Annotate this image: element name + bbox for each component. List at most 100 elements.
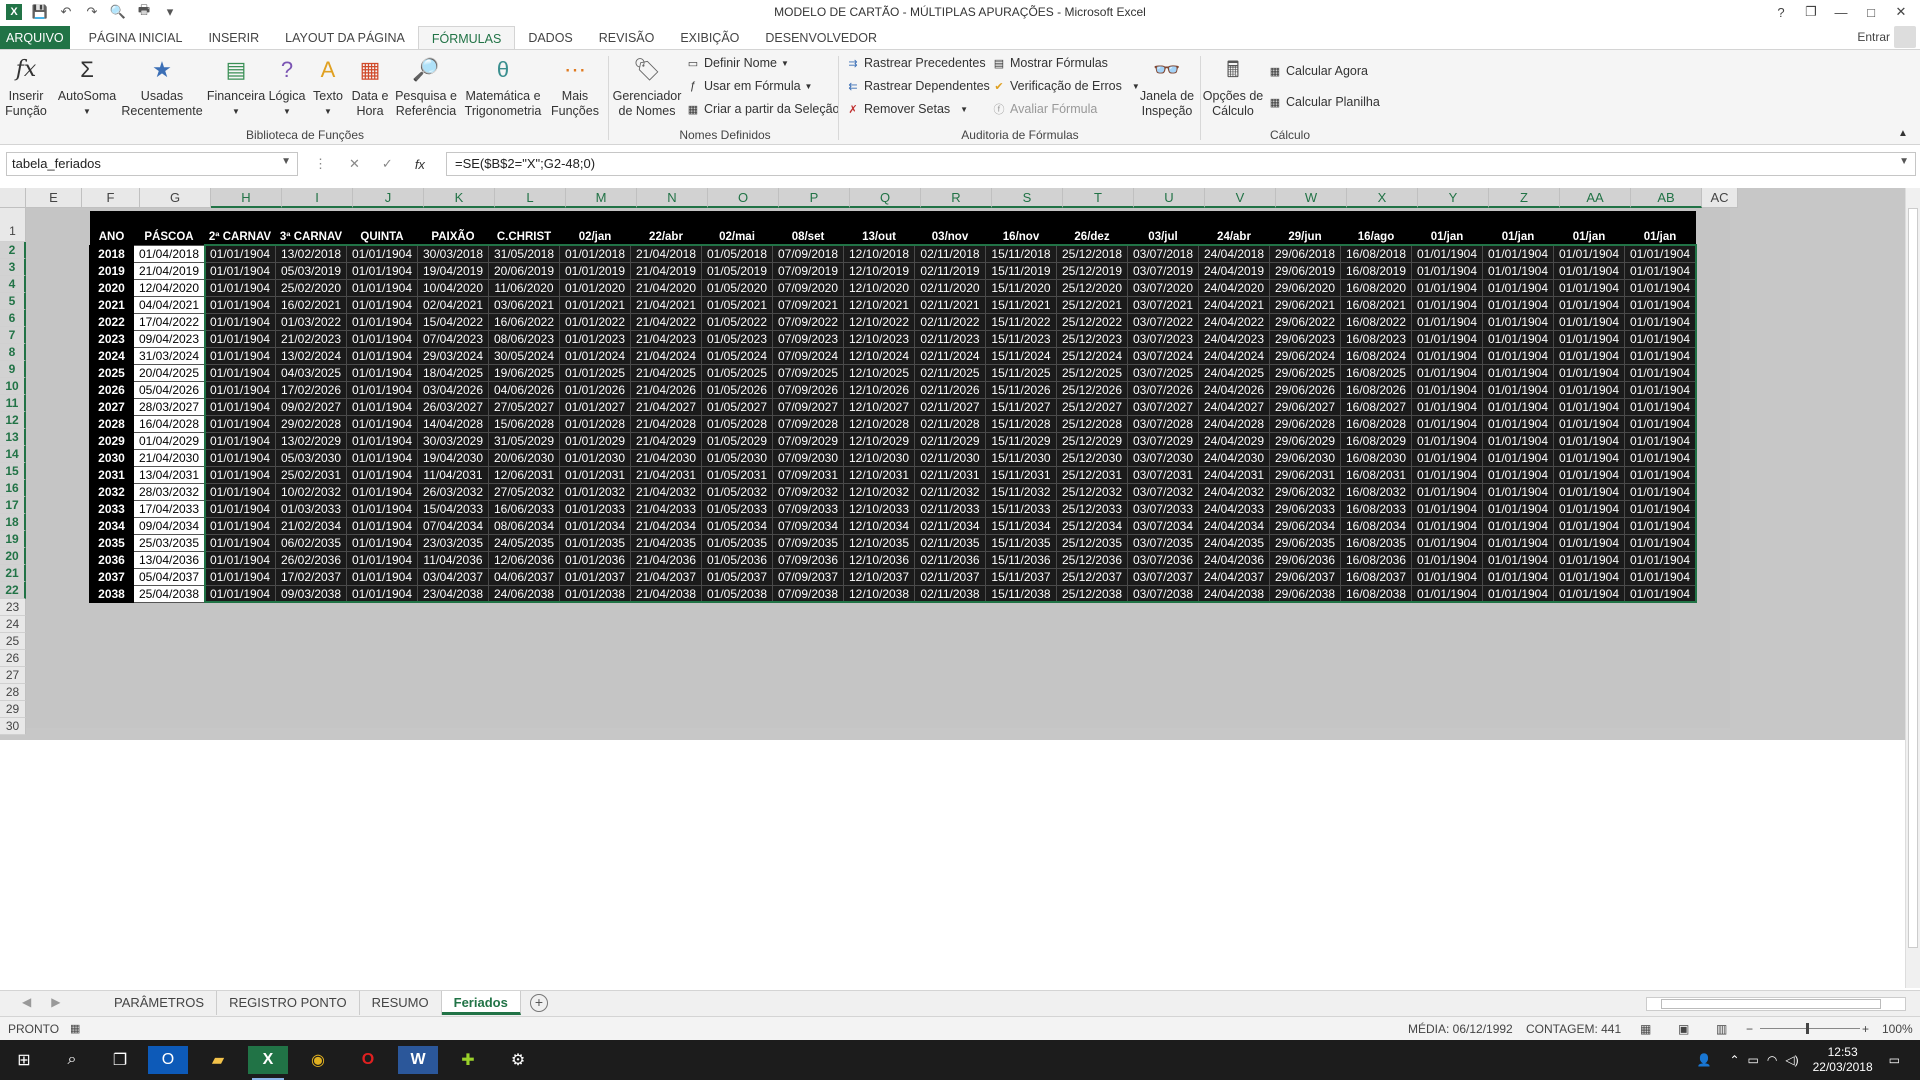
year-cell[interactable]: 2032 bbox=[89, 482, 134, 501]
date-cell[interactable]: 12/10/2037 bbox=[843, 567, 915, 586]
date-cell[interactable]: 07/09/2020 bbox=[772, 278, 844, 297]
date-cell[interactable]: 15/04/2022 bbox=[417, 312, 489, 331]
date-cell[interactable]: 12/06/2031 bbox=[488, 465, 560, 484]
date-cell[interactable]: 01/01/1904 bbox=[1553, 550, 1625, 569]
date-cell[interactable]: 16/06/2022 bbox=[488, 312, 560, 331]
date-cell[interactable]: 01/01/1904 bbox=[1482, 465, 1554, 484]
date-cell[interactable]: 01/01/2037 bbox=[559, 567, 631, 586]
date-cell[interactable]: 10/04/2020 bbox=[417, 278, 489, 297]
date-cell[interactable]: 07/09/2021 bbox=[772, 295, 844, 314]
date-cell[interactable]: 15/11/2038 bbox=[985, 584, 1057, 603]
date-cell[interactable]: 01/01/1904 bbox=[346, 346, 418, 365]
logical-button[interactable]: ? Lógica ▼ bbox=[266, 54, 308, 119]
column-header-t[interactable]: T bbox=[1063, 188, 1134, 208]
clock-date[interactable]: 22/03/2018 bbox=[1813, 1060, 1873, 1075]
date-cell[interactable]: 29/06/2029 bbox=[1269, 431, 1341, 450]
date-cell[interactable]: 02/11/2037 bbox=[914, 567, 986, 586]
date-cell[interactable]: 12/10/2029 bbox=[843, 431, 915, 450]
row-header-5[interactable]: 5 bbox=[0, 293, 26, 310]
date-cell[interactable]: 24/04/2027 bbox=[1198, 397, 1270, 416]
date-cell[interactable]: 16/08/2024 bbox=[1340, 346, 1412, 365]
date-cell[interactable]: 16/04/2028 bbox=[133, 414, 205, 433]
trace-dependents-button[interactable]: ⇇ Rastrear Dependentes bbox=[846, 79, 989, 93]
date-cell[interactable]: 09/02/2027 bbox=[275, 397, 347, 416]
date-cell[interactable]: 17/04/2033 bbox=[133, 499, 205, 518]
ribbon-display-button[interactable]: ❐ bbox=[1796, 4, 1826, 20]
date-cell[interactable]: 25/12/2032 bbox=[1056, 482, 1128, 501]
date-cell[interactable]: 25/12/2019 bbox=[1056, 261, 1128, 280]
name-manager-button[interactable]: 🏷 Gerenciador de Nomes bbox=[612, 54, 682, 119]
date-cell[interactable]: 17/02/2026 bbox=[275, 380, 347, 399]
date-cell[interactable]: 01/05/2031 bbox=[701, 465, 773, 484]
column-header-u[interactable]: U bbox=[1134, 188, 1205, 208]
insert-function-icon[interactable]: fx bbox=[415, 157, 425, 172]
date-cell[interactable]: 21/04/2027 bbox=[630, 397, 702, 416]
column-header-l[interactable]: L bbox=[495, 188, 566, 208]
date-cell[interactable]: 29/06/2018 bbox=[1269, 244, 1341, 263]
row-header-17[interactable]: 17 bbox=[0, 497, 26, 514]
table-header-cell[interactable]: 26/dez bbox=[1056, 211, 1128, 245]
row-header-16[interactable]: 16 bbox=[0, 480, 26, 497]
date-cell[interactable]: 02/11/2032 bbox=[914, 482, 986, 501]
date-cell[interactable]: 12/10/2028 bbox=[843, 414, 915, 433]
date-cell[interactable]: 01/01/1904 bbox=[346, 550, 418, 569]
date-cell[interactable]: 01/01/1904 bbox=[204, 499, 276, 518]
math-trig-button[interactable]: θ Matemática e Trigonometria bbox=[460, 54, 546, 119]
date-cell[interactable]: 29/06/2023 bbox=[1269, 329, 1341, 348]
date-cell[interactable]: 24/04/2020 bbox=[1198, 278, 1270, 297]
tab-review[interactable]: REVISÃO bbox=[586, 26, 668, 50]
date-cell[interactable]: 01/01/1904 bbox=[1482, 448, 1554, 467]
column-header-f[interactable]: F bbox=[82, 188, 140, 208]
date-cell[interactable]: 01/01/2025 bbox=[559, 363, 631, 382]
date-cell[interactable]: 01/01/1904 bbox=[204, 465, 276, 484]
date-cell[interactable]: 01/01/1904 bbox=[1553, 295, 1625, 314]
date-cell[interactable]: 01/01/1904 bbox=[204, 533, 276, 552]
date-cell[interactable]: 29/06/2034 bbox=[1269, 516, 1341, 535]
date-cell[interactable]: 09/03/2038 bbox=[275, 584, 347, 603]
date-cell[interactable]: 03/06/2021 bbox=[488, 295, 560, 314]
date-cell[interactable]: 24/04/2022 bbox=[1198, 312, 1270, 331]
date-cell[interactable]: 21/04/2035 bbox=[630, 533, 702, 552]
date-cell[interactable]: 21/04/2021 bbox=[630, 295, 702, 314]
date-cell[interactable]: 29/06/2030 bbox=[1269, 448, 1341, 467]
watch-window-button[interactable]: 👓 Janela de Inspeção bbox=[1136, 54, 1198, 119]
date-cell[interactable]: 03/04/2026 bbox=[417, 380, 489, 399]
year-cell[interactable]: 2027 bbox=[89, 397, 134, 416]
date-cell[interactable]: 01/01/1904 bbox=[1411, 346, 1483, 365]
date-cell[interactable]: 21/04/2018 bbox=[630, 244, 702, 263]
date-cell[interactable]: 15/11/2026 bbox=[985, 380, 1057, 399]
date-cell[interactable]: 03/07/2027 bbox=[1127, 397, 1199, 416]
quick-print-icon[interactable]: 🖶 bbox=[136, 2, 152, 20]
date-cell[interactable]: 01/01/1904 bbox=[1553, 465, 1625, 484]
date-cell[interactable]: 01/01/1904 bbox=[1553, 448, 1625, 467]
people-icon[interactable]: 👤 bbox=[1697, 1053, 1712, 1067]
column-header-m[interactable]: M bbox=[566, 188, 637, 208]
row-header-8[interactable]: 8 bbox=[0, 344, 26, 361]
date-cell[interactable]: 01/01/1904 bbox=[1624, 397, 1696, 416]
row-header-23[interactable]: 23 bbox=[0, 599, 26, 616]
date-cell[interactable]: 12/10/2031 bbox=[843, 465, 915, 484]
date-cell[interactable]: 01/01/1904 bbox=[1411, 431, 1483, 450]
date-cell[interactable]: 01/01/1904 bbox=[204, 295, 276, 314]
date-time-button[interactable]: ▦ Data e Hora bbox=[348, 54, 392, 119]
date-cell[interactable]: 02/11/2024 bbox=[914, 346, 986, 365]
date-cell[interactable]: 16/08/2035 bbox=[1340, 533, 1412, 552]
date-cell[interactable]: 16/06/2033 bbox=[488, 499, 560, 518]
column-header-j[interactable]: J bbox=[353, 188, 424, 208]
print-preview-icon[interactable]: 🔍 bbox=[110, 4, 126, 20]
date-cell[interactable]: 18/04/2025 bbox=[417, 363, 489, 382]
date-cell[interactable]: 01/01/1904 bbox=[1482, 346, 1554, 365]
date-cell[interactable]: 01/01/2033 bbox=[559, 499, 631, 518]
date-cell[interactable]: 29/06/2020 bbox=[1269, 278, 1341, 297]
date-cell[interactable]: 03/07/2032 bbox=[1127, 482, 1199, 501]
year-cell[interactable]: 2018 bbox=[89, 244, 134, 263]
date-cell[interactable]: 04/06/2037 bbox=[488, 567, 560, 586]
date-cell[interactable]: 03/07/2033 bbox=[1127, 499, 1199, 518]
date-cell[interactable]: 03/07/2035 bbox=[1127, 533, 1199, 552]
date-cell[interactable]: 01/05/2019 bbox=[701, 261, 773, 280]
date-cell[interactable]: 15/04/2033 bbox=[417, 499, 489, 518]
date-cell[interactable]: 29/02/2028 bbox=[275, 414, 347, 433]
date-cell[interactable]: 02/11/2036 bbox=[914, 550, 986, 569]
date-cell[interactable]: 01/01/1904 bbox=[1411, 278, 1483, 297]
date-cell[interactable]: 21/04/2031 bbox=[630, 465, 702, 484]
